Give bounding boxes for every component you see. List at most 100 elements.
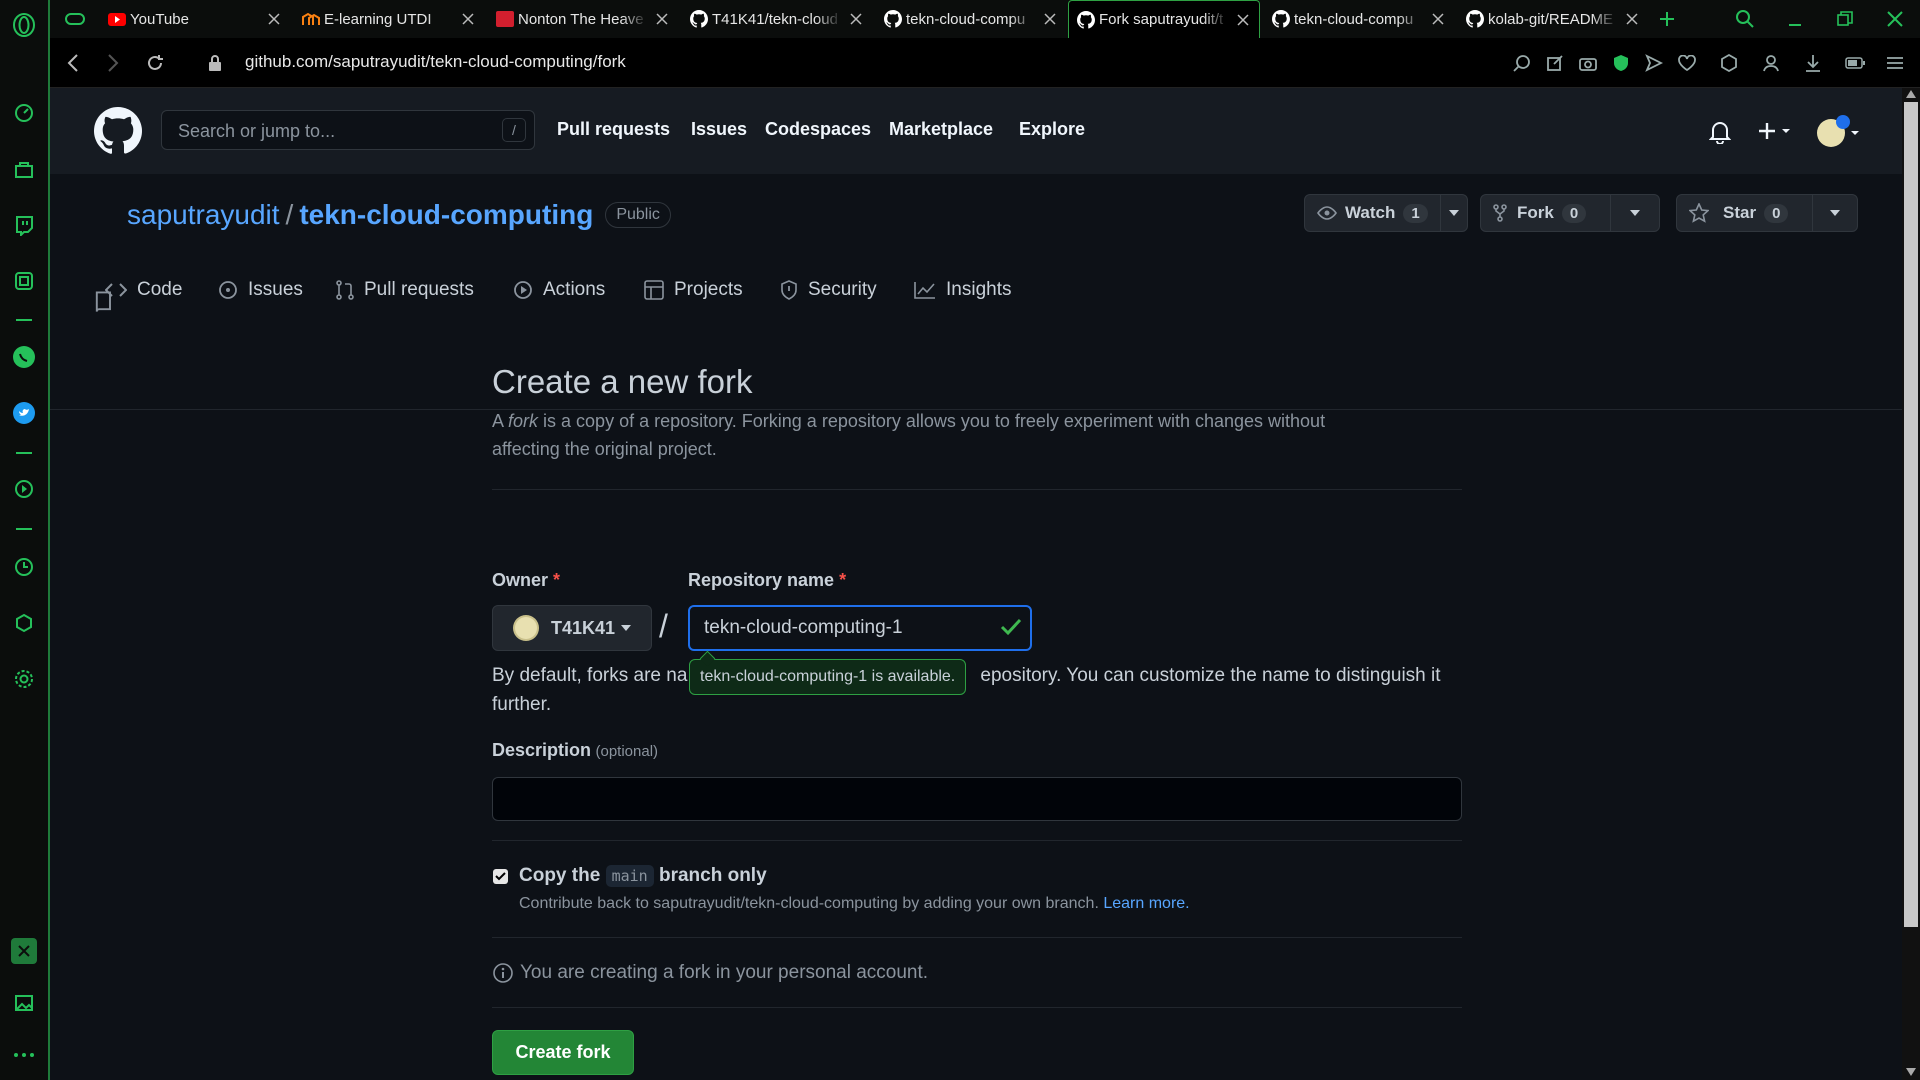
close-window-icon[interactable] [1882, 6, 1908, 32]
heart-icon[interactable] [1676, 52, 1698, 74]
scroll-down-arrow-icon[interactable] [1906, 1068, 1916, 1076]
repo-name-input[interactable] [688, 605, 1032, 651]
owner-repo-separator: / [659, 608, 668, 644]
fork-main[interactable]: Fork 0 [1481, 195, 1611, 231]
scrollbar-thumb[interactable] [1904, 102, 1918, 927]
fork-button[interactable]: Fork 0 [1480, 194, 1660, 232]
description-input[interactable] [492, 777, 1462, 821]
repo-owner-link[interactable]: saputrayudit [127, 199, 280, 231]
twitch-icon[interactable] [11, 212, 37, 238]
tab-security[interactable]: Security [780, 279, 877, 301]
star-icon [1689, 203, 1709, 223]
tab-youtube[interactable]: YouTube [100, 0, 290, 38]
gallery-icon[interactable] [11, 990, 37, 1016]
watch-main[interactable]: Watch 1 [1305, 195, 1441, 231]
speed-dial-icon[interactable] [11, 100, 37, 126]
watch-count: 1 [1403, 203, 1428, 223]
more-dots-icon[interactable] [11, 1042, 37, 1068]
tab-kolab-git[interactable]: kolab-git/README [1458, 0, 1648, 38]
easy-setup-icon[interactable] [1884, 52, 1906, 74]
nav-pull-requests[interactable]: Pull requests [557, 119, 670, 140]
zoom-icon[interactable] [1511, 52, 1533, 74]
whatsapp-icon[interactable] [11, 344, 37, 370]
avatar[interactable] [1815, 115, 1861, 149]
chevron-down-icon[interactable] [1813, 210, 1857, 216]
tab-actions[interactable]: Actions [513, 279, 605, 301]
github-logo-icon[interactable] [94, 107, 142, 155]
extensions-icon[interactable] [11, 610, 37, 636]
forward-icon[interactable] [100, 50, 126, 76]
tab-github-t41k41[interactable]: T41K41/tekn-cloud [682, 0, 872, 38]
shield-icon[interactable] [1610, 52, 1632, 74]
close-icon[interactable] [1042, 11, 1058, 27]
close-icon[interactable] [654, 11, 670, 27]
scrollbar[interactable] [1902, 88, 1920, 1080]
cube-icon[interactable] [1718, 52, 1740, 74]
nav-explore[interactable]: Explore [1019, 119, 1085, 140]
close-icon[interactable] [460, 11, 476, 27]
repo-name-link[interactable]: tekn-cloud-computing [299, 199, 593, 231]
tab-projects[interactable]: Projects [644, 279, 743, 301]
gaming-icon[interactable] [62, 6, 88, 32]
tab-pull-requests[interactable]: Pull requests [336, 279, 474, 301]
reload-icon[interactable] [142, 50, 168, 76]
star-button[interactable]: Star 0 [1676, 194, 1858, 232]
nav-codespaces[interactable]: Codespaces [765, 119, 871, 140]
settings-gear-icon[interactable] [11, 666, 37, 692]
camera-icon[interactable] [1577, 52, 1599, 74]
tab-github-tekn-2[interactable]: tekn-cloud-compu [1264, 0, 1454, 38]
sidebar-divider [16, 452, 32, 454]
twitter-icon[interactable] [11, 400, 37, 426]
close-icon[interactable] [266, 11, 282, 27]
tab-github-tekn[interactable]: tekn-cloud-compu [876, 0, 1066, 38]
crypto-wallet-icon[interactable] [11, 938, 37, 964]
opera-logo-icon[interactable] [11, 12, 37, 38]
tab-code[interactable]: Code [105, 279, 182, 301]
nav-marketplace[interactable]: Marketplace [889, 119, 993, 140]
repo-name-label: Repository name * [688, 570, 847, 590]
learn-more-link[interactable]: Learn more. [1103, 895, 1189, 912]
restore-icon[interactable] [1832, 6, 1858, 32]
minimize-icon[interactable] [1782, 6, 1808, 32]
copy-branch-label[interactable]: Copy the main branch only [519, 865, 1462, 887]
close-icon[interactable] [1624, 11, 1640, 27]
download-icon[interactable] [1802, 52, 1824, 74]
send-icon[interactable] [1643, 52, 1665, 74]
close-icon[interactable] [1235, 12, 1251, 28]
create-new-plus-icon[interactable] [1758, 121, 1794, 141]
search-input[interactable]: Search or jump to... / [161, 110, 535, 150]
tab-issues[interactable]: Issues [218, 279, 303, 301]
tab-insights[interactable]: Insights [914, 279, 1011, 301]
close-icon[interactable] [848, 11, 864, 27]
edit-icon[interactable] [1544, 52, 1566, 74]
close-icon[interactable] [1430, 11, 1446, 27]
caret-down-icon [621, 625, 631, 631]
lock-icon[interactable] [202, 50, 228, 76]
create-fork-button[interactable]: Create fork [492, 1030, 634, 1075]
tab-search-icon[interactable] [1732, 6, 1758, 32]
new-tab-plus-icon[interactable] [1654, 6, 1680, 32]
player-icon[interactable] [11, 476, 37, 502]
chevron-down-icon[interactable] [1441, 210, 1467, 216]
shield-icon [781, 280, 797, 300]
scroll-up-arrow-icon[interactable] [1906, 90, 1916, 98]
tab-nonton[interactable]: Nonton The Heave [488, 0, 678, 38]
owner-select[interactable]: T41K41 [492, 605, 652, 651]
url-field[interactable]: github.com/saputrayudit/tekn-cloud-compu… [245, 52, 626, 72]
watch-button[interactable]: Watch 1 [1304, 194, 1468, 232]
battery-icon[interactable] [1844, 52, 1866, 74]
copy-branch-checkbox[interactable] [493, 869, 508, 884]
star-main[interactable]: Star 0 [1677, 195, 1813, 231]
tab-label: Fork saputrayudit/t [1099, 11, 1224, 28]
profile-icon[interactable] [1760, 52, 1782, 74]
graph-icon [914, 282, 935, 299]
tab-fork-active[interactable]: Fork saputrayudit/t [1068, 0, 1260, 38]
tab-elearning[interactable]: E-learning UTDI [294, 0, 484, 38]
back-icon[interactable] [60, 50, 86, 76]
shopping-icon[interactable] [11, 156, 37, 182]
nav-issues[interactable]: Issues [691, 119, 747, 140]
bell-icon[interactable] [1709, 120, 1731, 144]
chevron-down-icon[interactable] [1611, 210, 1659, 216]
workspace-icon[interactable] [11, 268, 37, 294]
history-icon[interactable] [11, 554, 37, 580]
